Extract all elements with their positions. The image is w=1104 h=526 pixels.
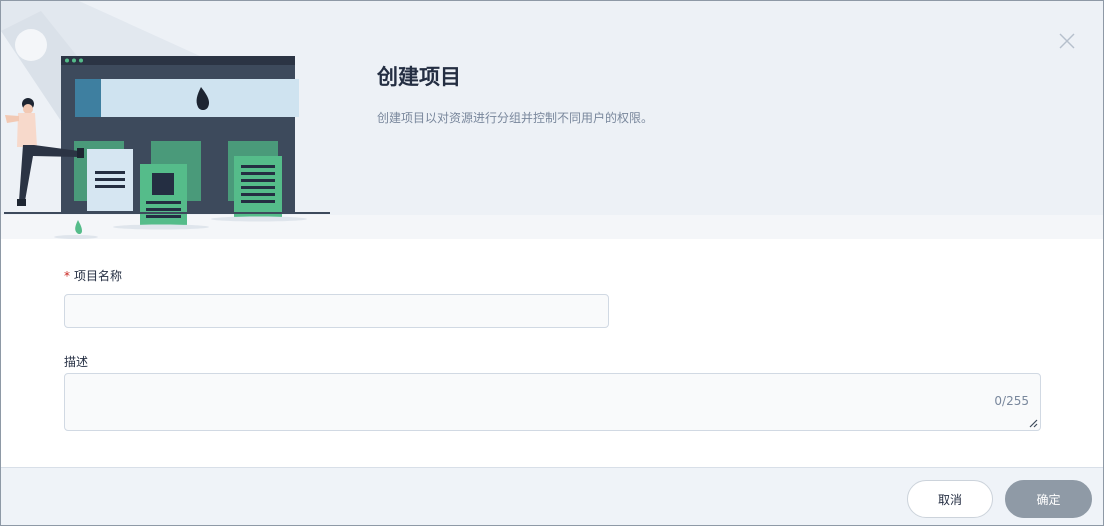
required-mark: * [64, 269, 70, 283]
description-counter: 0/255 [994, 394, 1029, 408]
create-project-dialog: 创建项目 创建项目以对资源进行分组并控制不同用户的权限。 * 项目名称 描述 0/… [0, 0, 1104, 526]
project-name-label: * 项目名称 [64, 267, 122, 284]
resize-handle-icon[interactable] [1028, 418, 1038, 428]
dialog-title: 创建项目 [377, 65, 461, 89]
description-input[interactable] [65, 374, 1040, 430]
close-button[interactable] [1057, 31, 1077, 51]
close-icon [1059, 33, 1075, 49]
dialog-footer: 取消 确定 [1, 467, 1103, 525]
description-field: 0/255 [64, 373, 1041, 431]
project-illustration [1, 1, 330, 239]
description-label: 描述 [64, 355, 89, 369]
dialog-header: 创建项目 创建项目以对资源进行分组并控制不同用户的权限。 [1, 1, 1103, 239]
confirm-button[interactable]: 确定 [1005, 480, 1092, 518]
project-name-label-text: 项目名称 [74, 269, 123, 283]
cancel-button[interactable]: 取消 [907, 480, 993, 518]
project-name-input[interactable] [64, 294, 609, 328]
project-form: * 项目名称 描述 0/255 [1, 239, 1103, 467]
dialog-subtitle: 创建项目以对资源进行分组并控制不同用户的权限。 [377, 111, 654, 125]
